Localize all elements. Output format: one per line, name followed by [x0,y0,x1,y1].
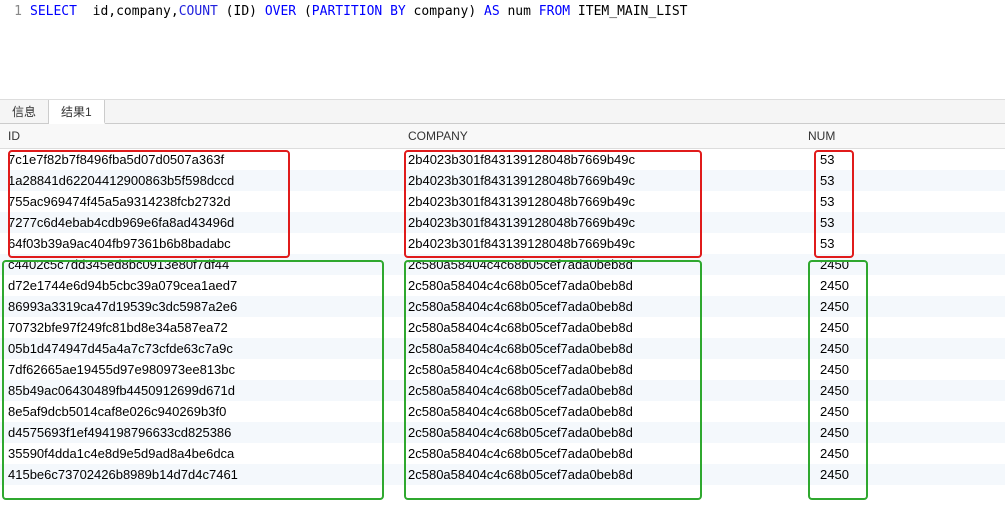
annotation-green-num [808,260,868,500]
sql-text[interactable]: SELECT id,company,COUNT (ID) OVER (PARTI… [30,4,688,19]
column-header-num[interactable]: NUM [800,124,1005,149]
sql-line: 1 SELECT id,company,COUNT (ID) OVER (PAR… [0,4,1005,19]
annotation-red-id [8,150,290,258]
annotation-red-company [404,150,702,258]
annotation-green-id [2,260,384,500]
sql-editor[interactable]: 1 SELECT id,company,COUNT (ID) OVER (PAR… [0,0,1005,100]
results-wrapper: ID COMPANY NUM 7c1e7f82b7f8496fba5d07d05… [0,124,1005,485]
tab-result1[interactable]: 结果1 [49,100,105,124]
column-header-company[interactable]: COMPANY [400,124,800,149]
results-panel[interactable]: ID COMPANY NUM 7c1e7f82b7f8496fba5d07d05… [0,124,1005,515]
tab-info[interactable]: 信息 [0,100,49,123]
annotation-red-num [814,150,854,258]
annotation-green-company [404,260,702,500]
line-number: 1 [0,4,30,19]
table-header-row: ID COMPANY NUM [0,124,1005,149]
column-header-id[interactable]: ID [0,124,400,149]
result-tabs: 信息 结果1 [0,100,1005,124]
